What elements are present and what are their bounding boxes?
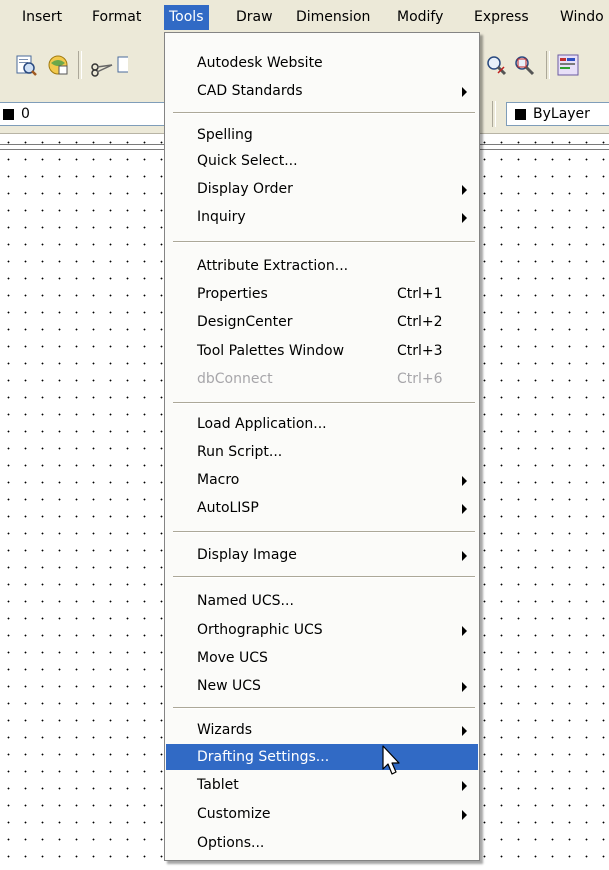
layer-combo[interactable]: 0 — [0, 102, 166, 126]
menu-tools[interactable]: Tools — [164, 5, 209, 30]
submenu-arrow-icon — [462, 682, 467, 692]
menu-item-drafting-settings[interactable]: Drafting Settings... — [166, 744, 478, 770]
menu-dimension[interactable]: Dimension — [296, 7, 370, 27]
menu-item-attribute-extraction[interactable]: Attribute Extraction... — [167, 253, 477, 279]
toolbar-separator — [546, 51, 550, 79]
submenu-arrow-icon — [462, 726, 467, 736]
menu-item-quick-select[interactable]: Quick Select... — [167, 148, 477, 174]
menu-item-options[interactable]: Options... — [167, 830, 477, 856]
submenu-arrow-icon — [462, 213, 467, 223]
menu-item-wizards[interactable]: Wizards — [167, 717, 477, 743]
menu-format[interactable]: Format — [92, 7, 141, 27]
menu-item-move-ucs[interactable]: Move UCS — [167, 645, 477, 671]
menu-item-load-application[interactable]: Load Application... — [167, 411, 477, 437]
menu-item-cad-standards[interactable]: CAD Standards — [167, 78, 477, 104]
menu-item-spelling[interactable]: Spelling — [167, 122, 477, 148]
tools-menu: Autodesk Website CAD Standards Spelling … — [164, 32, 480, 861]
menu-item-tool-palettes-window[interactable]: Tool Palettes Window Ctrl+3 — [167, 338, 477, 364]
menu-insert[interactable]: Insert — [22, 7, 62, 27]
menu-separator — [173, 112, 475, 114]
menu-item-macro[interactable]: Macro — [167, 467, 477, 493]
menu-separator — [173, 707, 475, 709]
color-combo[interactable]: ByLayer — [506, 102, 609, 126]
submenu-arrow-icon — [462, 810, 467, 820]
menu-item-dbconnect: dbConnect Ctrl+6 — [197, 371, 443, 387]
submenu-arrow-icon — [462, 87, 467, 97]
toolbar-separator — [78, 51, 82, 79]
menu-item-autolisp[interactable]: AutoLISP — [167, 495, 477, 521]
menu-item-display-order[interactable]: Display Order — [167, 176, 477, 202]
menu-separator — [173, 402, 475, 404]
menu-item-designcenter[interactable]: DesignCenter Ctrl+2 — [167, 309, 477, 335]
menu-item-tablet[interactable]: Tablet — [167, 772, 477, 798]
menu-window[interactable]: Windo — [560, 7, 604, 27]
menu-separator — [173, 576, 475, 578]
menu-item-orthographic-ucs[interactable]: Orthographic UCS — [167, 617, 477, 643]
menu-express[interactable]: Express — [474, 7, 529, 27]
menu-item-inquiry[interactable]: Inquiry — [167, 204, 477, 230]
cut-icon[interactable] — [90, 53, 114, 77]
menu-item-properties[interactable]: Properties Ctrl+1 — [167, 281, 477, 307]
menu-item-customize[interactable]: Customize — [167, 801, 477, 827]
menu-item-new-ucs[interactable]: New UCS — [167, 673, 477, 699]
toolbar-separator — [492, 101, 496, 127]
submenu-arrow-icon — [462, 504, 467, 514]
print-preview-icon[interactable] — [14, 53, 38, 77]
menu-separator — [173, 531, 475, 533]
publish-icon[interactable] — [46, 53, 70, 77]
menu-item-named-ucs[interactable]: Named UCS... — [167, 588, 477, 614]
menu-separator — [173, 241, 475, 243]
submenu-arrow-icon — [462, 185, 467, 195]
zoom-realtime-icon[interactable] — [484, 53, 508, 77]
submenu-arrow-icon — [462, 626, 467, 636]
layer-combo-value: 0 — [21, 106, 30, 122]
zoom-window-icon[interactable] — [512, 53, 536, 77]
layer-color-swatch — [3, 109, 14, 120]
color-swatch — [515, 109, 526, 120]
mouse-pointer-icon — [382, 745, 402, 777]
copy-icon[interactable] — [116, 53, 128, 77]
menu-item-display-image[interactable]: Display Image — [167, 542, 477, 568]
menu-modify[interactable]: Modify — [397, 7, 443, 27]
menu-bar: Insert Format Tools Draw Dimension Modif… — [0, 0, 609, 33]
menu-draw[interactable]: Draw — [236, 7, 273, 27]
color-combo-value: ByLayer — [533, 106, 590, 122]
menu-item-autodesk-website[interactable]: Autodesk Website — [167, 50, 477, 76]
submenu-arrow-icon — [462, 781, 467, 791]
submenu-arrow-icon — [462, 551, 467, 561]
properties-icon[interactable] — [556, 53, 580, 77]
menu-item-run-script[interactable]: Run Script... — [167, 439, 477, 465]
submenu-arrow-icon — [462, 476, 467, 486]
